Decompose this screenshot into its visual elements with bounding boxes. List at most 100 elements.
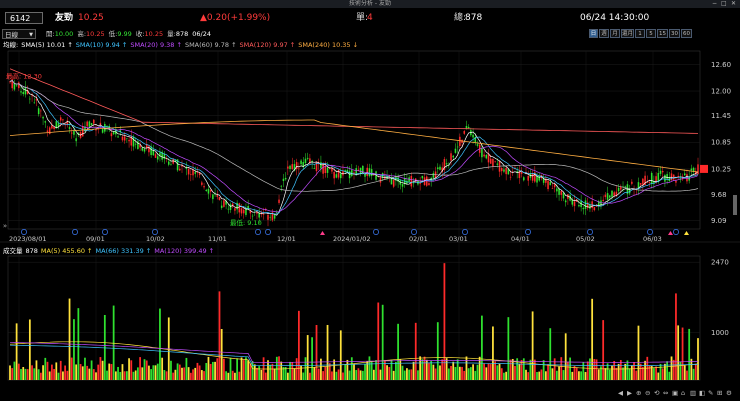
candle-body <box>216 195 219 197</box>
chart-tool-10[interactable]: ✎ <box>708 389 713 398</box>
volume-bar <box>467 368 470 380</box>
volume-bar <box>628 368 631 380</box>
volume-bar <box>110 364 113 380</box>
candle-body <box>437 167 439 170</box>
candle-body <box>44 121 47 123</box>
price-panel-frame <box>7 50 701 230</box>
volume-bar <box>92 369 95 380</box>
candle-body <box>15 85 18 87</box>
volume-bar <box>381 304 384 380</box>
volume-bar <box>357 368 360 380</box>
chart-tool-2[interactable]: ⊕ <box>636 389 641 398</box>
volume-bar <box>633 362 635 380</box>
volume-bar <box>220 328 223 380</box>
volume-bar <box>573 365 576 380</box>
volume-bar <box>108 363 111 380</box>
candle-body <box>445 163 448 165</box>
candle-body <box>192 169 194 176</box>
volume-bar <box>560 357 563 380</box>
candle-body <box>620 187 622 190</box>
volume-bar <box>245 357 247 380</box>
volume-bar <box>505 371 508 380</box>
volume-bar <box>293 368 296 380</box>
volume-bar <box>172 372 175 380</box>
candle-body <box>33 102 36 104</box>
volume-bar <box>150 369 153 380</box>
candle-body <box>282 178 285 182</box>
volume-bar <box>456 359 459 380</box>
volume-bar <box>256 367 258 380</box>
volume-bar <box>639 363 642 380</box>
volume-bar <box>661 368 664 380</box>
candle-body <box>456 146 459 148</box>
candle-body <box>536 176 538 183</box>
candle-body <box>18 82 20 89</box>
price-tick-label: 12.00 <box>711 88 731 96</box>
volume-bar <box>630 365 633 380</box>
volume-bar <box>509 359 512 380</box>
candle-body <box>273 215 276 219</box>
candle-body <box>284 177 287 180</box>
candle-body <box>324 166 327 174</box>
price-tick-label: 9.68 <box>711 191 727 199</box>
chart-tool-0[interactable]: ◀ <box>618 389 623 398</box>
chart-tool-11[interactable]: ⊞ <box>717 389 722 398</box>
date-tick-label: 11/01 <box>208 235 227 243</box>
chart-tool-4[interactable]: ⟲ <box>654 389 659 398</box>
chart-tool-3[interactable]: ⊖ <box>645 389 650 398</box>
candle-body <box>523 177 525 181</box>
volume-bar <box>355 370 358 380</box>
chart-tool-6[interactable]: ▣ <box>672 389 678 398</box>
candle-body <box>606 193 609 200</box>
chart-tool-9[interactable]: ◧ <box>699 389 705 398</box>
candle-body <box>432 173 435 178</box>
chart-tool-7[interactable]: ⌂ <box>681 389 685 398</box>
candle-body <box>465 126 468 129</box>
candle-body <box>379 177 382 183</box>
candle-body <box>70 132 73 134</box>
candle-body <box>584 200 587 209</box>
volume-bar <box>485 367 488 380</box>
volume-bar <box>242 360 245 380</box>
volume-bar <box>644 360 646 380</box>
volume-bar <box>101 360 104 380</box>
volume-bar <box>452 361 455 380</box>
volume-bar <box>564 333 567 380</box>
volume-bar <box>578 371 580 380</box>
price-volume-chart[interactable]: 12.60 12.00 11.45 10.85 10.25 9.68 9.09 2470 100… <box>0 0 740 401</box>
volume-bar <box>17 363 20 380</box>
volume-bar <box>269 364 272 380</box>
candle-body <box>602 199 604 202</box>
volume-bar <box>653 368 655 380</box>
candle-body <box>650 172 653 184</box>
volume-bar <box>183 367 186 380</box>
candle-body <box>639 183 642 185</box>
candle-body <box>326 167 329 173</box>
candle-body <box>112 131 115 135</box>
chart-tool-1[interactable]: ▶ <box>627 389 632 398</box>
volume-bar <box>430 361 433 380</box>
candle-body <box>463 131 466 134</box>
volume-bar <box>317 368 320 380</box>
volume-bar <box>670 356 673 380</box>
volume-bar <box>514 365 516 380</box>
volume-bar <box>225 371 227 380</box>
scroll-left-button[interactable]: » <box>0 222 10 231</box>
chart-tool-12[interactable]: ⚙ <box>726 389 732 398</box>
chart-tool-5[interactable]: ⇔ <box>663 389 668 398</box>
candle-body <box>280 185 283 187</box>
volume-bar <box>258 366 261 380</box>
volume-bar <box>271 363 274 380</box>
candle-body <box>364 173 366 177</box>
candle-body <box>110 133 113 137</box>
volume-bar <box>498 363 501 380</box>
event-marker <box>587 229 593 235</box>
candle-body <box>611 190 613 197</box>
current-price-marker <box>700 164 708 173</box>
volume-bar <box>44 357 47 380</box>
chart-tool-8[interactable]: ▥ <box>690 389 696 398</box>
volume-bar <box>688 328 691 380</box>
volume-bar <box>414 322 417 380</box>
event-marker <box>411 229 417 235</box>
event-marker <box>21 229 27 235</box>
